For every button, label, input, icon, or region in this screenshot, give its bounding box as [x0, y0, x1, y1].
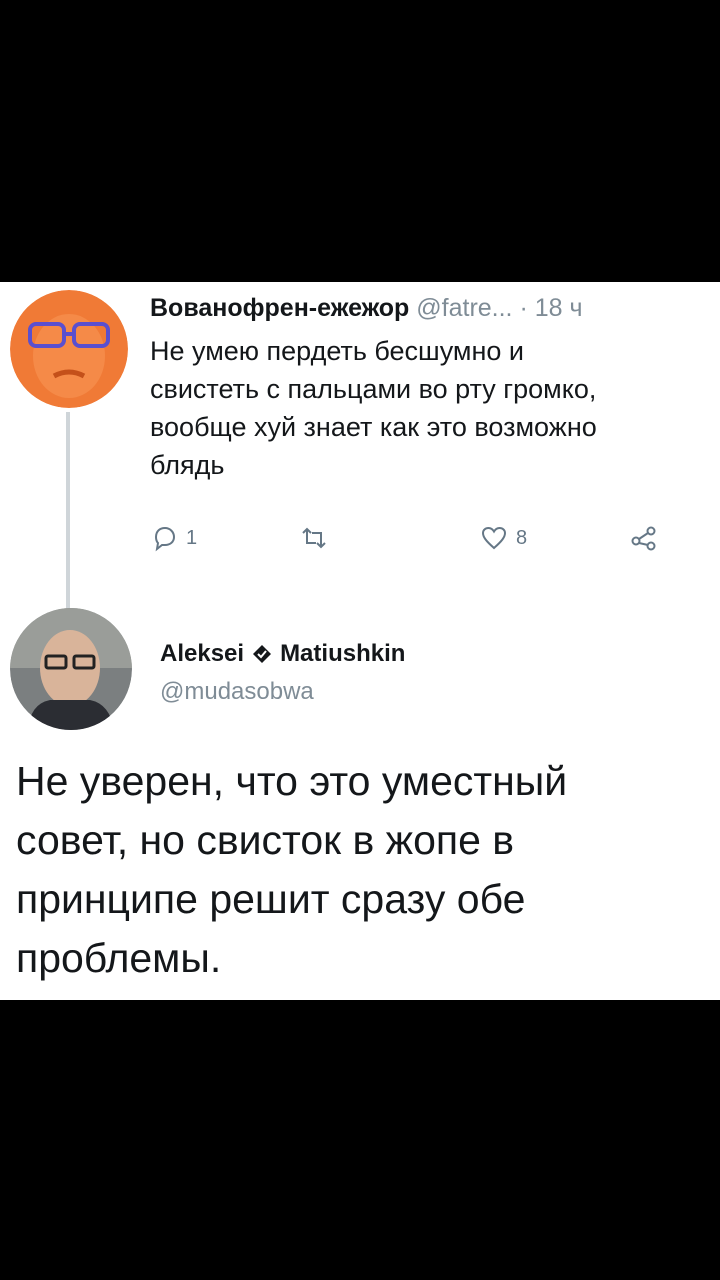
- tweet1-handle[interactable]: @fatre...: [416, 294, 512, 322]
- tweet2-text: Не уверен, что это уместный совет, но св…: [16, 758, 568, 981]
- avatar-photo-icon: [10, 608, 132, 730]
- user-avatar-1[interactable]: [10, 290, 128, 408]
- retweet-icon: [302, 527, 326, 549]
- tweet1-header: Вованофрен-ежежор @fatre... · 18 ч: [150, 294, 583, 323]
- thread-connector-line: [66, 412, 70, 612]
- tweet2-display-name[interactable]: Aleksei Matiushkin: [160, 640, 405, 668]
- like-icon: [481, 526, 507, 550]
- retweet-button[interactable]: [300, 524, 336, 552]
- tweet2-last-name: Matiushkin: [280, 640, 406, 667]
- like-button[interactable]: 8: [480, 524, 527, 552]
- reply-count: 1: [186, 526, 198, 549]
- user-avatar-2[interactable]: [10, 608, 132, 730]
- tweet2-first-name: Aleksei: [160, 640, 245, 667]
- tweet1-actions: 1 8: [150, 524, 690, 558]
- like-count: 8: [516, 526, 528, 549]
- tweet1-separator: ·: [519, 294, 528, 322]
- tweet1-time[interactable]: 18 ч: [535, 294, 583, 322]
- share-icon: [631, 526, 656, 551]
- tweet1-display-name[interactable]: Вованофрен-ежежор: [150, 294, 409, 322]
- reply-icon: [154, 526, 176, 552]
- tweet1-text: Не умею пердеть бесшумно и свистеть с па…: [150, 336, 597, 480]
- reply-button[interactable]: 1: [150, 524, 197, 552]
- share-button[interactable]: [630, 524, 658, 552]
- tweet2-handle[interactable]: @mudasobwa: [160, 678, 314, 706]
- avatar-face-icon: [10, 290, 128, 408]
- tweet-card: Вованофрен-ежежор @fatre... · 18 ч Не ум…: [0, 282, 720, 1000]
- verified-badge-icon: [253, 645, 272, 663]
